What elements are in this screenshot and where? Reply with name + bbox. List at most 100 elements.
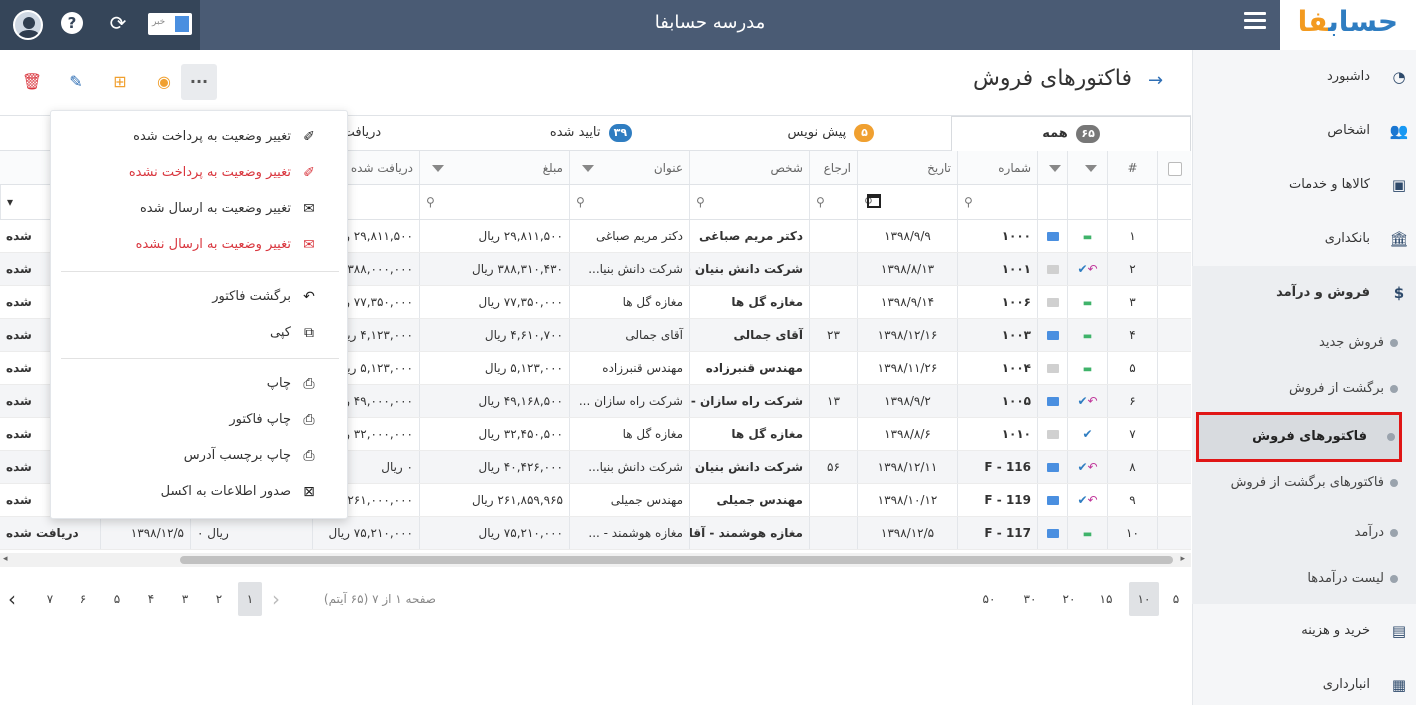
- menu-item-print-label[interactable]: ⎙ چاپ برچسب آدرس: [69, 444, 319, 468]
- sidebar-sub-income[interactable]: درآمد: [1206, 516, 1416, 550]
- menu-item-mark-sent[interactable]: ✉ تغییر وضعیت به ارسال شده: [69, 197, 319, 221]
- delete-icon[interactable]: 🗑: [14, 64, 50, 100]
- sidebar-sub-return-invoices[interactable]: فاکتورهای برگشت از فروش: [1206, 466, 1416, 500]
- row-number[interactable]: ۱۰۱۰: [957, 418, 1037, 450]
- menu-item-mark-paid[interactable]: ✐ تغییر وضعیت به پرداخت شده: [69, 125, 319, 149]
- row-number[interactable]: F - 117: [957, 517, 1037, 549]
- row-number[interactable]: F - 116: [957, 451, 1037, 483]
- sidebar-item-products[interactable]: ▣ کالاها و خدمات: [1192, 168, 1416, 202]
- row-status-text: شده: [6, 295, 32, 309]
- sidebar-item-banking[interactable]: 🏛 بانکداری: [1192, 222, 1416, 256]
- page-button[interactable]: ۴: [139, 582, 163, 616]
- row-person[interactable]: آقای جمالی: [689, 319, 809, 351]
- tab-all[interactable]: ۶۵ همه: [951, 116, 1191, 151]
- sync-icon[interactable]: ⟳: [106, 11, 130, 35]
- title-filter[interactable]: ⚲: [569, 185, 689, 219]
- menu-item-mark-unsent[interactable]: ✉ تغییر وضعیت به ارسال نشده: [69, 233, 319, 257]
- row-number[interactable]: ۱۰۰۱: [957, 253, 1037, 285]
- row-person[interactable]: شرکت دانش بنیان - د: [689, 451, 809, 483]
- row-date-text: ۱۳۹۸/۹/۲: [884, 394, 931, 408]
- row-number[interactable]: ۱۰۰۳: [957, 319, 1037, 351]
- col-title[interactable]: عنوان: [569, 151, 689, 184]
- envelope-icon: [1046, 397, 1059, 406]
- back-arrow-icon[interactable]: →: [1148, 70, 1163, 91]
- row-person[interactable]: دکتر مریم صباغی: [689, 220, 809, 252]
- row-number[interactable]: ۱۰۰۶: [957, 286, 1037, 318]
- page-button[interactable]: ۳: [173, 582, 197, 616]
- page-size-option[interactable]: ۱۵: [1094, 582, 1118, 616]
- sidebar-item-label: بانکداری: [1324, 231, 1370, 246]
- menu-item-print[interactable]: ⎙ چاپ: [69, 372, 319, 396]
- amount-filter[interactable]: ⚲: [419, 185, 569, 219]
- page-size-option[interactable]: ۵۰: [977, 582, 1001, 616]
- news-button[interactable]: خبر: [148, 13, 192, 35]
- menu-item-export-excel[interactable]: ⊠ صدور اطلاعات به اکسل: [69, 480, 319, 504]
- date-filter[interactable]: ⚲: [857, 185, 957, 219]
- ref-filter[interactable]: ⚲: [809, 185, 857, 219]
- help-icon[interactable]: ?: [61, 12, 83, 34]
- add-copy-icon[interactable]: ⊞: [102, 64, 138, 100]
- page-size-option[interactable]: ۳۰: [1018, 582, 1042, 616]
- row-date: ۱۳۹۸/۸/۱۳: [857, 253, 957, 285]
- number-filter[interactable]: ⚲: [957, 185, 1037, 219]
- row-person[interactable]: مغازه گل ها: [689, 418, 809, 450]
- page-size-option[interactable]: ۲۰: [1057, 582, 1081, 616]
- next-page-icon[interactable]: ‹: [8, 582, 24, 616]
- menu-toggle-icon[interactable]: [1244, 12, 1266, 34]
- avatar[interactable]: [13, 10, 43, 40]
- menu-item-mark-unpaid[interactable]: ✐ تغییر وضعیت به پرداخت نشده: [69, 161, 319, 185]
- page-button[interactable]: ۶: [71, 582, 95, 616]
- table-row[interactable]: ۱۰ ▬ F - 117 ۱۳۹۸/۱۲/۵ مغازه هوشمند - آقای مغ…: [0, 517, 1191, 550]
- col-ref[interactable]: ارجاع: [809, 151, 857, 184]
- row-person[interactable]: شرکت راه سازان - مهند: [689, 385, 809, 417]
- sidebar-item-sales[interactable]: $ فروش و درآمد: [1192, 276, 1416, 310]
- row-number[interactable]: ۱۰۰۴: [957, 352, 1037, 384]
- page-size-option[interactable]: ۱۰: [1129, 582, 1159, 616]
- menu-item-copy[interactable]: ⧉ کپی: [69, 321, 319, 345]
- row-person[interactable]: مغازه گل ها: [689, 286, 809, 318]
- col-person[interactable]: شخص: [689, 151, 809, 184]
- sidebar-sub-sales-return[interactable]: برگشت از فروش: [1206, 372, 1416, 406]
- row-person[interactable]: شرکت دانش بنیان - د: [689, 253, 809, 285]
- col-amount[interactable]: مبلغ: [419, 151, 569, 184]
- sidebar-sub-new-sale[interactable]: فروش جدید: [1206, 326, 1416, 360]
- row-index: ۶: [1107, 385, 1157, 417]
- row-person[interactable]: مغازه هوشمند - آقای: [689, 517, 809, 549]
- tab-draft[interactable]: ۵ پیش نویس: [711, 116, 951, 151]
- page-button[interactable]: ۷: [38, 582, 62, 616]
- tab-approved[interactable]: ۳۹ تایید شده: [471, 116, 711, 151]
- col-mail-filter[interactable]: [1037, 151, 1067, 184]
- page-button[interactable]: ۱: [238, 582, 262, 616]
- person-filter[interactable]: ⚲: [689, 185, 809, 219]
- menu-item-return-invoice[interactable]: ↶ برگشت فاکتور: [69, 285, 319, 309]
- col-date[interactable]: تاریخ: [857, 151, 957, 184]
- sidebar-item-warehouse[interactable]: ▦ انبارداری: [1192, 668, 1416, 702]
- page-button[interactable]: ۲: [207, 582, 231, 616]
- row-number[interactable]: ۱۰۰۰: [957, 220, 1037, 252]
- sidebar-item-people[interactable]: 👥 اشخاص: [1192, 114, 1416, 148]
- row-number[interactable]: ۱۰۰۵: [957, 385, 1037, 417]
- prev-page-icon[interactable]: ›: [272, 582, 288, 616]
- page-size-option[interactable]: ۵: [1164, 582, 1188, 616]
- sidebar-sub-income-list[interactable]: لیست درآمدها: [1206, 562, 1416, 596]
- scroll-thumb[interactable]: [180, 556, 1173, 564]
- select-all-checkbox[interactable]: [1157, 151, 1191, 184]
- col-number[interactable]: شماره: [957, 151, 1037, 184]
- row-number-text: F - 119: [984, 493, 1031, 507]
- sidebar-item-purchases[interactable]: ▤ خرید و هزینه: [1192, 614, 1416, 648]
- logo[interactable]: حسابفا: [1298, 5, 1398, 38]
- row-person[interactable]: مهندس قنبرزاده: [689, 352, 809, 384]
- page-button[interactable]: ۵: [105, 582, 129, 616]
- sidebar-item-dashboard[interactable]: ◔ داشبورد: [1192, 60, 1416, 94]
- col-index[interactable]: #: [1107, 151, 1157, 184]
- view-icon[interactable]: ◉: [146, 64, 182, 100]
- search-icon: ⚲: [816, 195, 825, 209]
- menu-item-print-invoice[interactable]: ⎙ چاپ فاکتور: [69, 408, 319, 432]
- horizontal-scrollbar[interactable]: ◂ ▸: [0, 553, 1191, 567]
- row-person[interactable]: مهندس جمیلی: [689, 484, 809, 516]
- more-button[interactable]: ···: [181, 64, 217, 100]
- sidebar-sub-sales-invoices[interactable]: فاکتورهای فروش: [1196, 412, 1402, 462]
- edit-icon[interactable]: ✎: [58, 64, 94, 100]
- col-flag-filter[interactable]: [1067, 151, 1107, 184]
- row-number[interactable]: F - 119: [957, 484, 1037, 516]
